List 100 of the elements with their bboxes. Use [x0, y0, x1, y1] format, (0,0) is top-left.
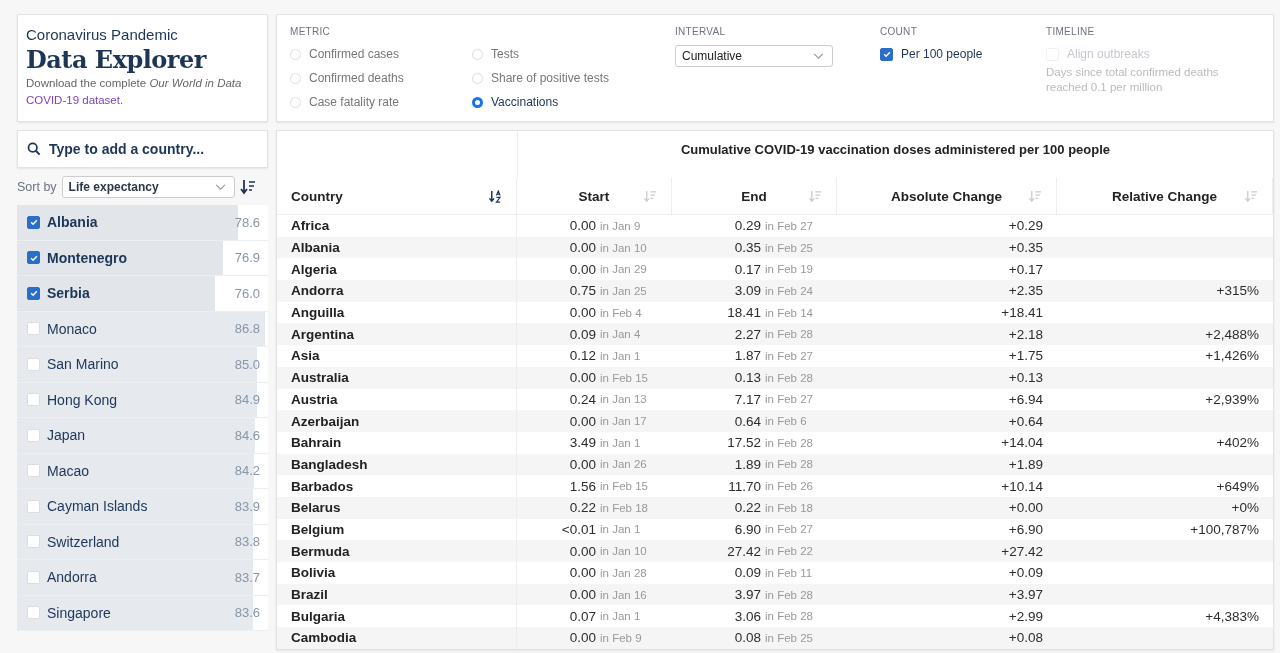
country-row[interactable]: Andorra 83.7 — [17, 560, 268, 596]
date-text: in Feb 26 — [765, 480, 814, 493]
value-text: 0.00 — [569, 565, 596, 581]
value-text: 0.17 — [734, 261, 761, 277]
date-text: in Feb 18 — [600, 501, 649, 514]
country-cell: Brazil — [277, 583, 517, 606]
country-cell: Barbados — [277, 475, 517, 497]
absolute-change: +1.75 — [1008, 348, 1043, 364]
country-cell: Asia — [277, 345, 517, 367]
country-name: Albania — [47, 214, 99, 231]
country-cell: Bermuda — [277, 540, 517, 562]
value-text: 1.87 — [734, 348, 761, 364]
date-text: in Jan 1 — [600, 436, 642, 449]
value-text: 0.29 — [734, 218, 761, 234]
absolute-change: +6.94 — [1008, 391, 1043, 407]
column-header[interactable]: Start — [517, 178, 672, 214]
country-value: 76.9 — [234, 250, 260, 266]
relative-change: +4,383% — [1205, 608, 1259, 624]
search-field[interactable]: Type to add a country... — [17, 130, 268, 168]
value-text: 3.97 — [734, 587, 761, 603]
country-row[interactable]: Monaco 86.8 — [17, 311, 268, 347]
date-text: in Feb 15 — [600, 371, 649, 384]
group-label: TIMELINE — [1046, 26, 1096, 37]
country-name: Andorra — [47, 569, 98, 586]
column-header[interactable]: End — [672, 178, 837, 214]
sort-label: Sort by — [17, 180, 57, 194]
value-text: 27.42 — [727, 543, 761, 559]
value-text: 0.75 — [569, 283, 596, 299]
date-text: in Feb 9 — [600, 631, 643, 644]
option-label: Per 100 people — [901, 47, 983, 61]
value-text: 1.89 — [734, 456, 761, 472]
checkbox[interactable] — [880, 47, 893, 61]
date-text: in Feb 27 — [765, 523, 814, 536]
value-text: 0.00 — [569, 543, 596, 559]
country-value: 76.0 — [234, 285, 260, 301]
date-text: in Jan 28 — [600, 566, 648, 579]
country-row[interactable]: Macao 84.2 — [17, 453, 268, 489]
country-value: 84.2 — [234, 463, 260, 479]
value-text: 0.00 — [569, 261, 596, 277]
absolute-change: +0.17 — [1008, 261, 1043, 277]
date-text: in Feb 11 — [765, 566, 814, 579]
value-text: 0.00 — [569, 305, 596, 321]
country-cell: Cambodia — [277, 627, 517, 649]
country-row[interactable]: Switzerland 83.8 — [17, 524, 268, 560]
country-value: 83.7 — [234, 569, 260, 585]
absolute-change: +0.00 — [1008, 500, 1043, 516]
country-cell: Belarus — [277, 496, 517, 519]
country-name: Hong Kong — [47, 391, 119, 408]
dataset-link[interactable]: COVID-19 dataset. — [26, 94, 124, 106]
country-row[interactable]: Japan 84.6 — [17, 418, 268, 454]
radio-button[interactable] — [472, 96, 483, 108]
value-text: 0.09 — [569, 326, 596, 342]
value-text: 17.52 — [727, 435, 761, 451]
value-text: 0.07 — [569, 608, 596, 624]
sort-dropdown[interactable]: Life expectancy — [61, 176, 235, 198]
option-label: Confirmed cases — [309, 47, 400, 61]
option-label: Case fatality rate — [309, 95, 400, 109]
country-value: 83.6 — [234, 605, 260, 621]
date-text: in Feb 19 — [765, 263, 814, 276]
sort-order-icon[interactable] — [239, 179, 256, 195]
date-text: in Feb 4 — [600, 306, 643, 319]
column-header[interactable]: Relative Change — [1057, 178, 1273, 214]
value-text: 0.00 — [569, 370, 596, 386]
absolute-change: +14.04 — [1001, 435, 1043, 451]
country-name: Switzerland — [47, 533, 121, 550]
relative-change: +649% — [1216, 478, 1259, 494]
country-row[interactable]: Montenegro 76.9 — [17, 240, 268, 276]
column-header[interactable]: Absolute Change — [837, 178, 1057, 214]
relative-change: +2,488% — [1205, 326, 1259, 342]
country-row[interactable]: Hong Kong 84.9 — [17, 382, 268, 418]
absolute-change: +0.09 — [1008, 565, 1043, 581]
country-cell: Andorra — [277, 280, 517, 302]
value-text: 0.08 — [734, 630, 761, 646]
value-text: 0.22 — [734, 500, 761, 516]
date-text: in Feb 22 — [765, 545, 814, 558]
country-row[interactable]: Albania 78.6 — [17, 205, 268, 241]
country-row[interactable]: Serbia 76.0 — [17, 276, 268, 312]
country-value: 83.8 — [234, 534, 260, 550]
date-text: in Feb 15 — [600, 480, 649, 493]
date-text: in Feb 28 — [765, 436, 814, 449]
value-text: 0.22 — [569, 500, 596, 516]
country-row[interactable]: San Marino 85.0 — [17, 347, 268, 383]
country-row[interactable]: Cayman Islands 83.9 — [17, 489, 268, 525]
absolute-change: +2.35 — [1008, 283, 1043, 299]
value-text: 0.13 — [734, 370, 761, 386]
absolute-change: +2.99 — [1008, 608, 1043, 624]
country-row[interactable]: Singapore 83.6 — [17, 595, 268, 631]
column-header[interactable]: Country — [277, 178, 517, 214]
value-text: 0.00 — [569, 413, 596, 429]
date-text: in Feb 27 — [765, 393, 814, 406]
value-text: 2.27 — [734, 326, 761, 342]
absolute-change: +0.13 — [1008, 370, 1043, 386]
interval-dropdown[interactable]: Cumulative — [675, 45, 833, 67]
checkbox[interactable] — [27, 251, 40, 265]
date-text: in Feb 6 — [765, 415, 808, 428]
value-text: 0.00 — [569, 218, 596, 234]
relative-change: +0% — [1231, 500, 1259, 516]
country-cell: Bahrain — [277, 431, 517, 454]
table-title: Cumulative COVID-19 vaccination doses administered per 100 people — [679, 141, 1112, 159]
date-text: in Feb 14 — [765, 306, 814, 319]
